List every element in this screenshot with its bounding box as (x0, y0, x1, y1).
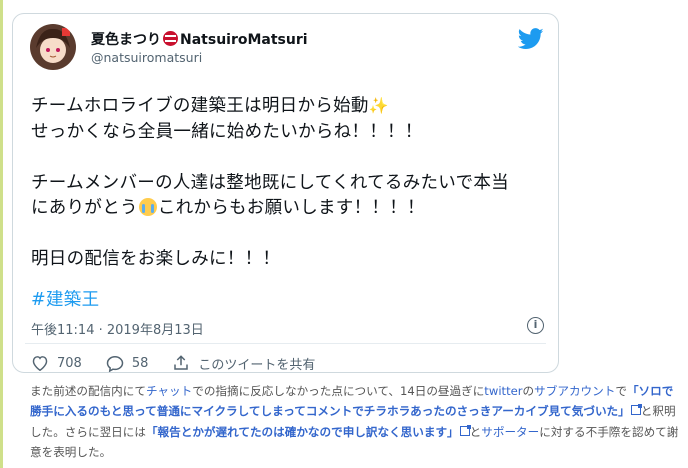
share-icon (174, 355, 189, 370)
left-margin-rule (0, 0, 3, 468)
share-button[interactable]: このツイートを共有 (172, 354, 315, 373)
external-link-icon (459, 424, 471, 436)
link-supporter[interactable]: サポーター (481, 425, 539, 439)
author-name-prefix: 夏色まつり (91, 32, 161, 48)
link-sub-account[interactable]: サブアカウント (534, 384, 615, 398)
crying-face-icon (138, 198, 157, 216)
tweet-actions: 708 58 このツイートを共有 (31, 353, 339, 373)
quote-link-2[interactable]: 「報告とかが遅れてたのは確かなので申し訳なく思います」 (146, 425, 459, 439)
tweet-line: せっかくなら全員一緒に始めたいからね！！！！ (31, 121, 423, 142)
divider (25, 343, 546, 344)
twitter-bird-icon[interactable] (518, 28, 544, 50)
reply-button[interactable]: 58 (106, 355, 149, 372)
author-handle[interactable]: @natsuiromatsuri (91, 50, 202, 65)
tweet-line: チームメンバーの人達は整地既にしてくれてるみたいで本当 (31, 172, 509, 193)
like-button[interactable]: 708 (31, 355, 82, 371)
share-label: このツイートを共有 (198, 357, 316, 373)
tweet-line: 明日の配信をお楽しみに！！！ (31, 249, 281, 269)
tweet-text: チームホロライブの建築王は明日から始動✨ せっかくなら全員一緒に始めたいからね！… (31, 93, 551, 273)
heart-icon (32, 356, 48, 371)
article-note: また前述の配信内にてチャットでの指摘に反応しなかった点について、14日の昼過ぎに… (30, 384, 679, 460)
hashtag-link[interactable]: #建築王 (31, 286, 99, 311)
author-name-suffix: NatsuiroMatsuri (180, 32, 308, 48)
reply-bubble-icon (106, 355, 124, 372)
tweet-line: チームホロライブの建築王は明日から始動✨ (31, 96, 389, 116)
author-display-name[interactable]: 夏色まつり NatsuiroMatsuri (91, 29, 308, 49)
avatar[interactable] (30, 24, 76, 70)
external-link-icon (630, 404, 642, 416)
link-twitter[interactable]: twitter (484, 384, 522, 398)
like-count: 708 (57, 355, 82, 371)
reply-count: 58 (131, 355, 149, 371)
info-icon[interactable]: i (527, 317, 544, 334)
tweet-timestamp[interactable]: 午後11:14 · 2019年8月13日 (31, 319, 204, 338)
link-chat[interactable]: チャット (146, 384, 192, 398)
tweet-line: にありがとう これからもお願いします！！！！ (31, 198, 425, 218)
sparkles-icon: ✨ (368, 96, 389, 115)
embedded-tweet[interactable]: 夏色まつり NatsuiroMatsuri @natsuiromatsuri チー… (12, 13, 559, 373)
lantern-icon (163, 31, 178, 46)
